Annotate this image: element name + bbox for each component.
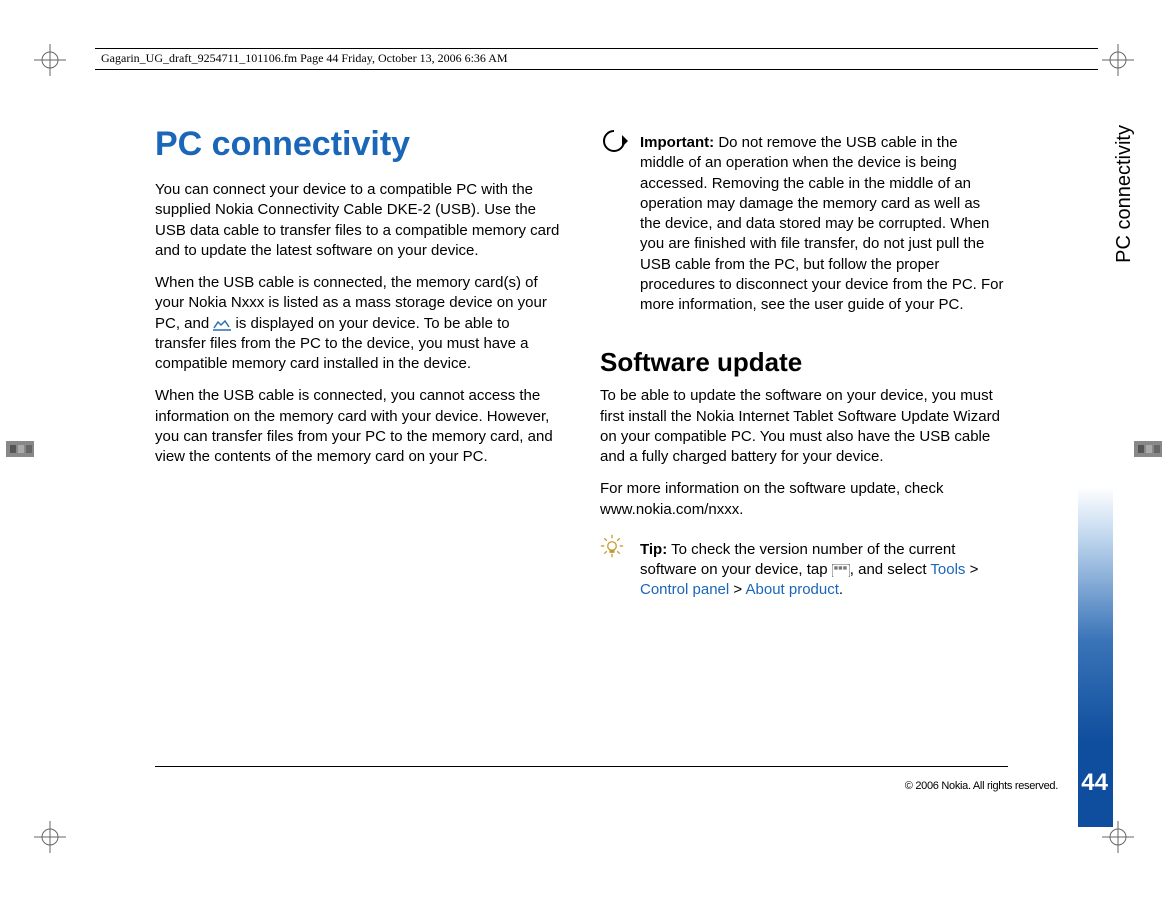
right-column: Important: Do not remove the USB cable i… — [600, 125, 1005, 757]
tip-text: Tip: To check the version number of the … — [640, 540, 1005, 601]
print-header: Gagarin_UG_draft_9254711_101106.fm Page … — [95, 48, 1098, 70]
text: Do not remove the USB cable in the middl… — [640, 134, 1004, 313]
body-paragraph: When the USB cable is connected, you can… — [155, 386, 560, 467]
crop-color-bar-icon — [0, 429, 40, 469]
text: , and select — [850, 561, 931, 578]
page-content: PC connectivity You can connect your dev… — [155, 125, 1005, 757]
body-paragraph: For more information on the software upd… — [600, 479, 1005, 520]
crop-mark-icon — [1098, 40, 1138, 80]
text: > — [729, 581, 745, 598]
text: > — [965, 561, 978, 578]
left-column: PC connectivity You can connect your dev… — [155, 125, 560, 757]
tip-label: Tip: — [640, 541, 667, 558]
body-paragraph: You can connect your device to a compati… — [155, 180, 560, 261]
footer-rule — [155, 766, 1008, 767]
text: . — [839, 581, 843, 598]
important-text: Important: Do not remove the USB cable i… — [640, 133, 1005, 315]
menu-path-item: Control panel — [640, 581, 729, 598]
tip-icon — [600, 532, 628, 613]
page-number: 44 — [1081, 769, 1108, 797]
app-menu-icon — [832, 563, 850, 575]
section-heading: Software update — [600, 347, 1005, 378]
important-note: Important: Do not remove the USB cable i… — [600, 125, 1005, 327]
usb-connect-icon — [213, 317, 231, 329]
menu-path-item: About product — [746, 581, 839, 598]
crop-mark-icon — [30, 817, 70, 857]
important-icon — [600, 125, 628, 327]
print-header-text: Gagarin_UG_draft_9254711_101106.fm Page … — [101, 51, 508, 65]
copyright: © 2006 Nokia. All rights reserved. — [905, 780, 1058, 792]
important-label: Important: — [640, 134, 714, 151]
menu-path-item: Tools — [930, 561, 965, 578]
body-paragraph: To be able to update the software on you… — [600, 386, 1005, 467]
body-paragraph: When the USB cable is connected, the mem… — [155, 273, 560, 374]
side-tab-label: PC connectivity — [1113, 125, 1136, 263]
page-title: PC connectivity — [155, 125, 560, 164]
crop-mark-icon — [30, 40, 70, 80]
crop-color-bar-icon — [1128, 429, 1168, 469]
tip-note: Tip: To check the version number of the … — [600, 532, 1005, 613]
